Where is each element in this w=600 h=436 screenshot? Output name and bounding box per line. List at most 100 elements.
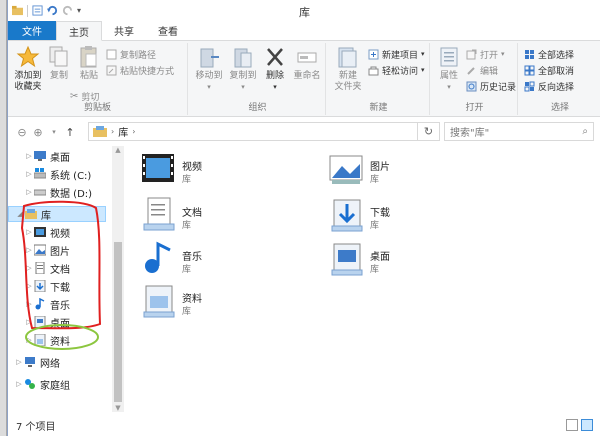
file-explorer-window: ▾ 库 文件 主页 共享 查看 添加到 收藏夹 复制 粘贴 复制路径 粘贴快捷方… (7, 0, 600, 436)
paste-button[interactable]: 粘贴 (74, 45, 104, 82)
forward-arrow-icon: ⊕ (33, 125, 43, 139)
library-item-pictures[interactable]: 图片 库 (324, 150, 494, 192)
move-to-button[interactable]: 移动到 ▾ (192, 45, 226, 93)
expand-arrow-icon[interactable]: ▷ (24, 300, 34, 308)
desktop-library-icon (331, 243, 363, 276)
undo-icon[interactable] (47, 5, 58, 16)
tree-item-videos[interactable]: ▷ 视频 (8, 224, 108, 240)
copy-button[interactable]: 复制 (44, 45, 74, 82)
expand-arrow-icon[interactable]: ▷ (24, 282, 34, 290)
scroll-up-icon[interactable]: ▲ (112, 146, 124, 154)
materials-library-icon (143, 285, 175, 318)
expand-arrow-icon[interactable]: ▷ (24, 228, 34, 236)
address-bar[interactable]: › 库 › (88, 122, 418, 141)
large-icons-view-icon[interactable] (581, 419, 593, 431)
up-arrow-icon: ↑ (65, 125, 75, 139)
tab-home[interactable]: 主页 (56, 21, 102, 41)
library-item-videos[interactable]: 视频 库 (136, 150, 306, 192)
picture-library-icon (329, 155, 363, 184)
back-button[interactable]: ⊖ (14, 124, 30, 140)
chevron-down-icon: ▾ (421, 66, 425, 74)
breadcrumb-library[interactable]: 库 (118, 124, 128, 139)
recent-locations-button[interactable]: ▾ (46, 124, 62, 140)
library-item-music[interactable]: 音乐 库 (136, 240, 306, 282)
rename-button[interactable]: 重命名 (290, 45, 324, 82)
expand-arrow-icon[interactable]: ▷ (24, 264, 34, 272)
expand-arrow-icon[interactable]: ▷ (24, 246, 34, 254)
network-icon (25, 357, 35, 367)
expand-arrow-icon[interactable]: ▷ (14, 358, 24, 366)
library-item-materials[interactable]: 资料 库 (136, 282, 306, 324)
ribbon-tabs: 文件 主页 共享 查看 (8, 21, 600, 41)
tree-item-pictures[interactable]: ▷ 图片 (8, 242, 108, 258)
expand-arrow-icon[interactable]: ▷ (24, 170, 34, 178)
select-all-icon (525, 49, 534, 59)
library-item-desktop[interactable]: 桌面 库 (324, 240, 494, 282)
delete-icon (267, 48, 283, 66)
tree-item-materials[interactable]: ▷ 资料 (8, 332, 108, 348)
delete-button[interactable]: 删除 ▾ (260, 45, 290, 93)
expand-arrow-icon[interactable]: ▷ (24, 318, 34, 326)
nav-pane-scrollbar[interactable]: ▲ ▼ (112, 146, 124, 412)
homegroup-icon (25, 379, 35, 389)
expand-arrow-icon[interactable]: ▷ (24, 152, 34, 160)
search-input[interactable]: 搜索"库" ⌕ (444, 122, 594, 141)
chevron-down-icon: ▾ (52, 128, 56, 136)
expand-arrow-icon[interactable]: ▷ (24, 188, 34, 196)
select-all-button[interactable]: 全部选择 (524, 47, 574, 61)
expand-arrow-icon[interactable]: ▷ (24, 336, 34, 344)
scroll-thumb[interactable] (114, 242, 122, 402)
tree-item-homegroup[interactable]: ▷ 家庭组 (8, 376, 108, 392)
tree-item-libraries[interactable]: ◢ 库 (8, 206, 106, 222)
tree-item-drive-c[interactable]: ▷ 系统 (C:) (8, 166, 108, 182)
breadcrumb-separator-icon: › (132, 127, 136, 136)
tree-item-drive-d[interactable]: ▷ 数据 (D:) (8, 184, 108, 200)
library-item-documents[interactable]: 文档 库 (136, 196, 306, 238)
easy-access-button[interactable]: 轻松访问 ▾ (368, 63, 425, 77)
download-library-icon (331, 199, 363, 232)
picture-library-icon (34, 244, 46, 256)
copy-to-button[interactable]: 复制到 ▾ (226, 45, 260, 93)
tree-item-downloads[interactable]: ▷ 下载 (8, 278, 108, 294)
scroll-down-icon[interactable]: ▼ (112, 404, 124, 412)
details-view-icon[interactable] (566, 419, 578, 431)
properties-icon (440, 47, 458, 67)
invert-selection-button[interactable]: 反向选择 (524, 79, 574, 93)
qat-dropdown-icon[interactable]: ▾ (77, 6, 81, 15)
properties-icon[interactable] (32, 5, 43, 16)
tree-item-desktop[interactable]: ▷ 桌面 (8, 148, 108, 164)
properties-button[interactable]: 属性 ▾ (434, 45, 464, 93)
tab-view[interactable]: 查看 (146, 21, 190, 40)
tree-item-music[interactable]: ▷ 音乐 (8, 296, 108, 312)
tree-item-network[interactable]: ▷ 网络 (8, 354, 108, 370)
history-button[interactable]: 历史记录 (466, 79, 516, 93)
forward-button[interactable]: ⊕ (30, 124, 46, 140)
library-item-downloads[interactable]: 下载 库 (324, 196, 494, 238)
tree-item-documents[interactable]: ▷ 文档 (8, 260, 108, 276)
pin-quick-access-button[interactable]: 添加到 收藏夹 (10, 45, 46, 93)
window-title: 库 (299, 6, 310, 19)
invert-selection-icon (524, 81, 535, 91)
refresh-button[interactable]: ↻ (418, 122, 440, 141)
new-folder-button[interactable]: 新建 文件夹 (330, 45, 366, 93)
open-button[interactable]: 打开 ▾ (466, 47, 505, 61)
select-none-button[interactable]: 全部取消 (524, 63, 574, 77)
up-button[interactable]: ↑ (62, 124, 78, 140)
copy-path-button[interactable]: 复制路径 (106, 47, 156, 61)
view-switcher (566, 419, 593, 431)
paste-shortcut-button[interactable]: 粘贴快捷方式 (106, 63, 174, 77)
drive-c-icon (34, 168, 46, 179)
navigation-pane: ▷ 桌面 ▷ 系统 (C:) ▷ 数据 (D:) ◢ 库 ▷ 视频 ▷ 图片 ▷… (8, 146, 120, 412)
tab-share[interactable]: 共享 (102, 21, 146, 40)
music-library-icon (35, 298, 45, 310)
tree-item-desktop-library[interactable]: ▷ 桌面 (8, 314, 108, 330)
edit-button[interactable]: 编辑 (466, 63, 498, 77)
easy-access-icon (368, 66, 379, 75)
expand-arrow-icon[interactable]: ▷ (14, 380, 24, 388)
collapse-arrow-icon[interactable]: ◢ (15, 210, 25, 218)
redo-icon[interactable] (62, 5, 73, 16)
tab-file[interactable]: 文件 (8, 21, 56, 40)
copy-path-icon (106, 49, 117, 59)
new-item-button[interactable]: 新建项目 ▾ (368, 47, 425, 61)
clipboard-group: 添加到 收藏夹 复制 粘贴 复制路径 粘贴快捷方式 ✂ 剪切 剪贴板 (8, 43, 188, 115)
